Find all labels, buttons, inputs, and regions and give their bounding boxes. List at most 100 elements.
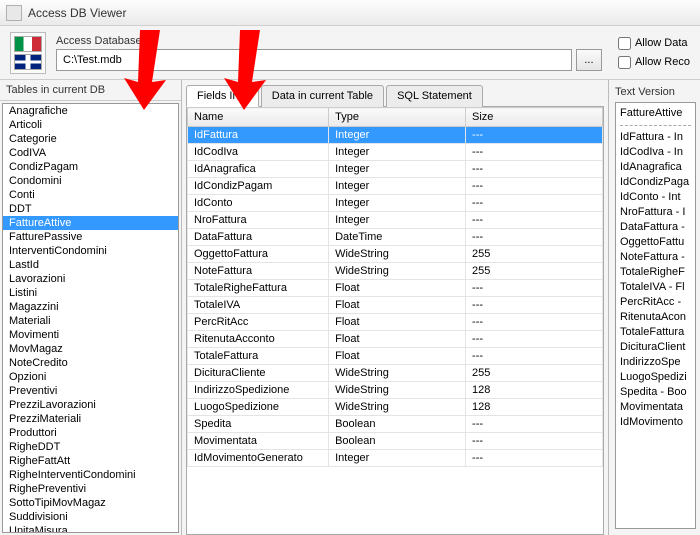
table-list[interactable]: AnagraficheArticoliCategorieCodIVACondiz… bbox=[2, 103, 179, 533]
table-row[interactable]: DicituraClienteWideString255 bbox=[188, 365, 603, 382]
table-list-item[interactable]: Listini bbox=[3, 286, 178, 300]
table-row[interactable]: RitenutaAccontoFloat--- bbox=[188, 331, 603, 348]
table-list-item[interactable]: FattureAttive bbox=[3, 216, 178, 230]
table-row[interactable]: OggettoFatturaWideString255 bbox=[188, 246, 603, 263]
table-cell: --- bbox=[466, 195, 603, 212]
table-cell: --- bbox=[466, 416, 603, 433]
table-cell: IdAnagrafica bbox=[188, 161, 329, 178]
column-header[interactable]: Size bbox=[466, 108, 603, 127]
main-row: Tables in current DB AnagraficheArticoli… bbox=[0, 80, 700, 535]
table-cell: --- bbox=[466, 178, 603, 195]
table-list-item[interactable]: Magazzini bbox=[3, 300, 178, 314]
table-list-item[interactable]: Movimenti bbox=[3, 328, 178, 342]
text-version-line: IdAnagrafica bbox=[620, 160, 691, 175]
table-list-item[interactable]: Produttori bbox=[3, 426, 178, 440]
table-list-item[interactable]: RigheDDT bbox=[3, 440, 178, 454]
table-list-item[interactable]: InterventiCondomini bbox=[3, 244, 178, 258]
text-version-line: IdFattura - In bbox=[620, 130, 691, 145]
table-cell: TotaleRigheFattura bbox=[188, 280, 329, 297]
tab[interactable]: Fields Info bbox=[186, 85, 259, 107]
table-cell: Float bbox=[329, 314, 466, 331]
text-version-line: OggettoFattu bbox=[620, 235, 691, 250]
tab-body: NameTypeSize IdFatturaInteger---IdCodIva… bbox=[186, 107, 604, 535]
table-list-item[interactable]: SottoTipiMovMagaz bbox=[3, 496, 178, 510]
table-cell: Float bbox=[329, 348, 466, 365]
table-list-item[interactable]: RigheInterventiCondomini bbox=[3, 468, 178, 482]
table-list-item[interactable]: Lavorazioni bbox=[3, 272, 178, 286]
table-row[interactable]: MovimentataBoolean--- bbox=[188, 433, 603, 450]
tab[interactable]: SQL Statement bbox=[386, 85, 483, 107]
window-title: Access DB Viewer bbox=[28, 6, 126, 20]
table-cell: WideString bbox=[329, 382, 466, 399]
table-list-item[interactable]: DDT bbox=[3, 202, 178, 216]
table-row[interactable]: DataFatturaDateTime--- bbox=[188, 229, 603, 246]
table-list-item[interactable]: Materiali bbox=[3, 314, 178, 328]
text-version-line: IdCondizPaga bbox=[620, 175, 691, 190]
tabs: Fields InfoData in current TableSQL Stat… bbox=[186, 84, 604, 107]
table-list-item[interactable]: LastId bbox=[3, 258, 178, 272]
column-header[interactable]: Name bbox=[188, 108, 329, 127]
table-row[interactable]: NoteFatturaWideString255 bbox=[188, 263, 603, 280]
flag-english-icon[interactable] bbox=[14, 54, 42, 70]
table-list-item[interactable]: CondizPagam bbox=[3, 160, 178, 174]
table-row[interactable]: IdMovimentoGeneratoInteger--- bbox=[188, 450, 603, 467]
table-cell: IdMovimentoGenerato bbox=[188, 450, 329, 467]
table-cell: IdConto bbox=[188, 195, 329, 212]
table-cell: IdCondizPagam bbox=[188, 178, 329, 195]
table-row[interactable]: IdFatturaInteger--- bbox=[188, 127, 603, 144]
table-row[interactable]: TotaleIVAFloat--- bbox=[188, 297, 603, 314]
table-cell: WideString bbox=[329, 263, 466, 280]
table-list-item[interactable]: RighePreventivi bbox=[3, 482, 178, 496]
table-cell: DicituraCliente bbox=[188, 365, 329, 382]
table-row[interactable]: TotaleFatturaFloat--- bbox=[188, 348, 603, 365]
table-list-item[interactable]: Anagrafiche bbox=[3, 104, 178, 118]
table-list-item[interactable]: RigheFattAtt bbox=[3, 454, 178, 468]
table-row[interactable]: PercRitAccFloat--- bbox=[188, 314, 603, 331]
text-version-tablename: FattureAttive bbox=[620, 106, 691, 121]
table-row[interactable]: IdCondizPagamInteger--- bbox=[188, 178, 603, 195]
allow-data-check[interactable]: Allow Data bbox=[618, 37, 690, 50]
table-row[interactable]: IdContoInteger--- bbox=[188, 195, 603, 212]
table-list-item[interactable]: Condomini bbox=[3, 174, 178, 188]
table-cell: Spedita bbox=[188, 416, 329, 433]
table-cell: Integer bbox=[329, 195, 466, 212]
flag-italian-icon[interactable] bbox=[14, 36, 42, 52]
table-list-item[interactable]: Preventivi bbox=[3, 384, 178, 398]
table-cell: Integer bbox=[329, 212, 466, 229]
table-list-item[interactable]: UnitaMisura bbox=[3, 524, 178, 533]
tab[interactable]: Data in current Table bbox=[261, 85, 384, 107]
text-version-line: IdCodIva - In bbox=[620, 145, 691, 160]
db-path-input[interactable] bbox=[56, 49, 572, 71]
table-cell: 255 bbox=[466, 263, 603, 280]
table-list-item[interactable]: CodIVA bbox=[3, 146, 178, 160]
table-cell: IdCodIva bbox=[188, 144, 329, 161]
table-list-item[interactable]: Conti bbox=[3, 188, 178, 202]
table-list-item[interactable]: Suddivisioni bbox=[3, 510, 178, 524]
table-row[interactable]: SpeditaBoolean--- bbox=[188, 416, 603, 433]
table-row[interactable]: IndirizzoSpedizioneWideString128 bbox=[188, 382, 603, 399]
table-row[interactable]: NroFatturaInteger--- bbox=[188, 212, 603, 229]
table-row[interactable]: TotaleRigheFatturaFloat--- bbox=[188, 280, 603, 297]
text-version-line: IdConto - Int bbox=[620, 190, 691, 205]
center-panel: Fields InfoData in current TableSQL Stat… bbox=[182, 80, 608, 535]
table-list-item[interactable]: NoteCredito bbox=[3, 356, 178, 370]
column-header[interactable]: Type bbox=[329, 108, 466, 127]
table-list-item[interactable]: FatturePassive bbox=[3, 230, 178, 244]
table-cell: --- bbox=[466, 161, 603, 178]
table-list-item[interactable]: MovMagaz bbox=[3, 342, 178, 356]
table-row[interactable]: IdCodIvaInteger--- bbox=[188, 144, 603, 161]
table-cell: --- bbox=[466, 280, 603, 297]
table-list-item[interactable]: Articoli bbox=[3, 118, 178, 132]
table-list-item[interactable]: Opzioni bbox=[3, 370, 178, 384]
table-list-item[interactable]: PrezziMateriali bbox=[3, 412, 178, 426]
allow-reco-check[interactable]: Allow Reco bbox=[618, 56, 690, 69]
table-list-item[interactable]: PrezziLavorazioni bbox=[3, 398, 178, 412]
browse-button[interactable]: ... bbox=[576, 49, 602, 71]
table-row[interactable]: LuogoSpedizioneWideString128 bbox=[188, 399, 603, 416]
table-cell: Float bbox=[329, 331, 466, 348]
table-cell: Float bbox=[329, 280, 466, 297]
toolbar: Access Database ... Allow Data Allow Rec… bbox=[0, 26, 700, 80]
text-version-line: TotaleRigheF bbox=[620, 265, 691, 280]
table-row[interactable]: IdAnagraficaInteger--- bbox=[188, 161, 603, 178]
table-list-item[interactable]: Categorie bbox=[3, 132, 178, 146]
